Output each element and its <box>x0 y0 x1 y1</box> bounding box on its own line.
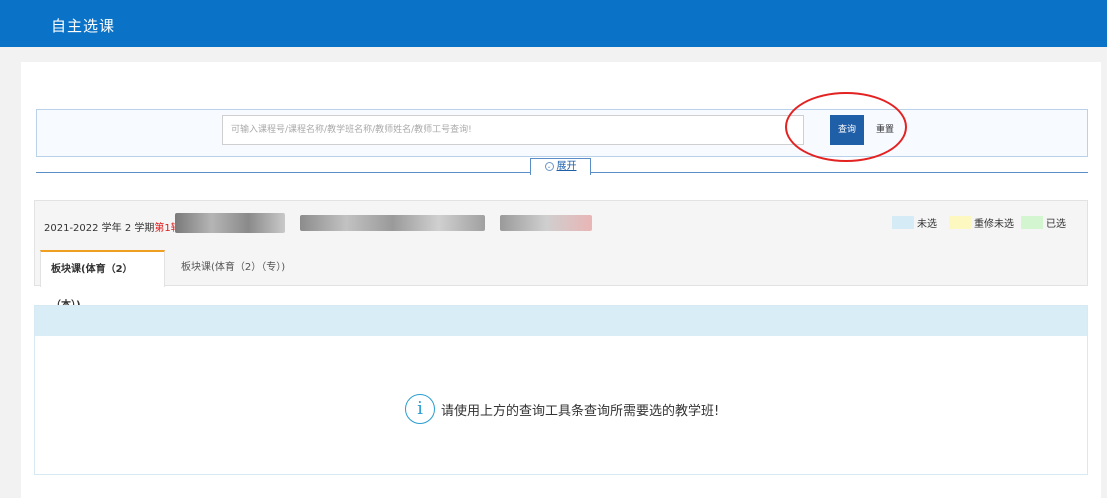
page-title: 自主选课 <box>51 17 116 35</box>
notice-text: 请使用上方的查询工具条查询所需要选的教学班! <box>441 403 720 419</box>
legend-unselected: 未选 <box>892 215 937 230</box>
term-info-bar: 2021-2022 学年 2 学期第1轮( 未选 重修未选 已选 板块课(体育（… <box>34 200 1088 311</box>
legend-label: 重修未选 <box>974 219 1014 230</box>
info-icon: i <box>405 394 435 424</box>
expand-toggle[interactable]: ⌄ 展开 <box>530 158 591 175</box>
legend-label: 已选 <box>1046 219 1066 230</box>
main-panel: 查询 重置 ⌄展开 2021-2022 学年 2 学期第1轮( 未选 重修未选 … <box>21 62 1101 498</box>
query-button[interactable]: 查询 <box>830 115 864 145</box>
reset-button[interactable]: 重置 <box>870 115 900 145</box>
legend-selected: 已选 <box>1021 215 1066 230</box>
redacted-text <box>175 213 285 233</box>
redacted-text <box>500 215 592 231</box>
legend-swatch <box>1021 216 1043 229</box>
legend-retake-unselected: 重修未选 <box>949 215 1014 230</box>
course-list-panel: i 请使用上方的查询工具条查询所需要选的教学班! <box>34 305 1088 475</box>
search-toolbar: 查询 重置 <box>36 109 1088 157</box>
legend-swatch <box>949 216 971 229</box>
legend-label: 未选 <box>917 219 937 230</box>
list-header <box>35 306 1087 336</box>
tab-sports-college[interactable]: 板块课(体育（2）（专）) <box>171 250 295 287</box>
tab-sports-undergrad[interactable]: 板块课(体育（2）（本）) <box>40 250 165 311</box>
search-input[interactable] <box>222 115 804 145</box>
term-year: 2021-2022 学年 2 学期 <box>44 223 155 234</box>
chevron-down-icon: ⌄ <box>544 162 554 171</box>
empty-notice: i 请使用上方的查询工具条查询所需要选的教学班! <box>405 394 719 424</box>
expand-label: 展开 <box>556 161 577 172</box>
redacted-text <box>300 215 485 231</box>
legend-swatch <box>892 216 914 229</box>
top-bar: 自主选课 <box>0 0 1107 47</box>
term-label: 2021-2022 学年 2 学期第1轮( <box>44 219 185 234</box>
